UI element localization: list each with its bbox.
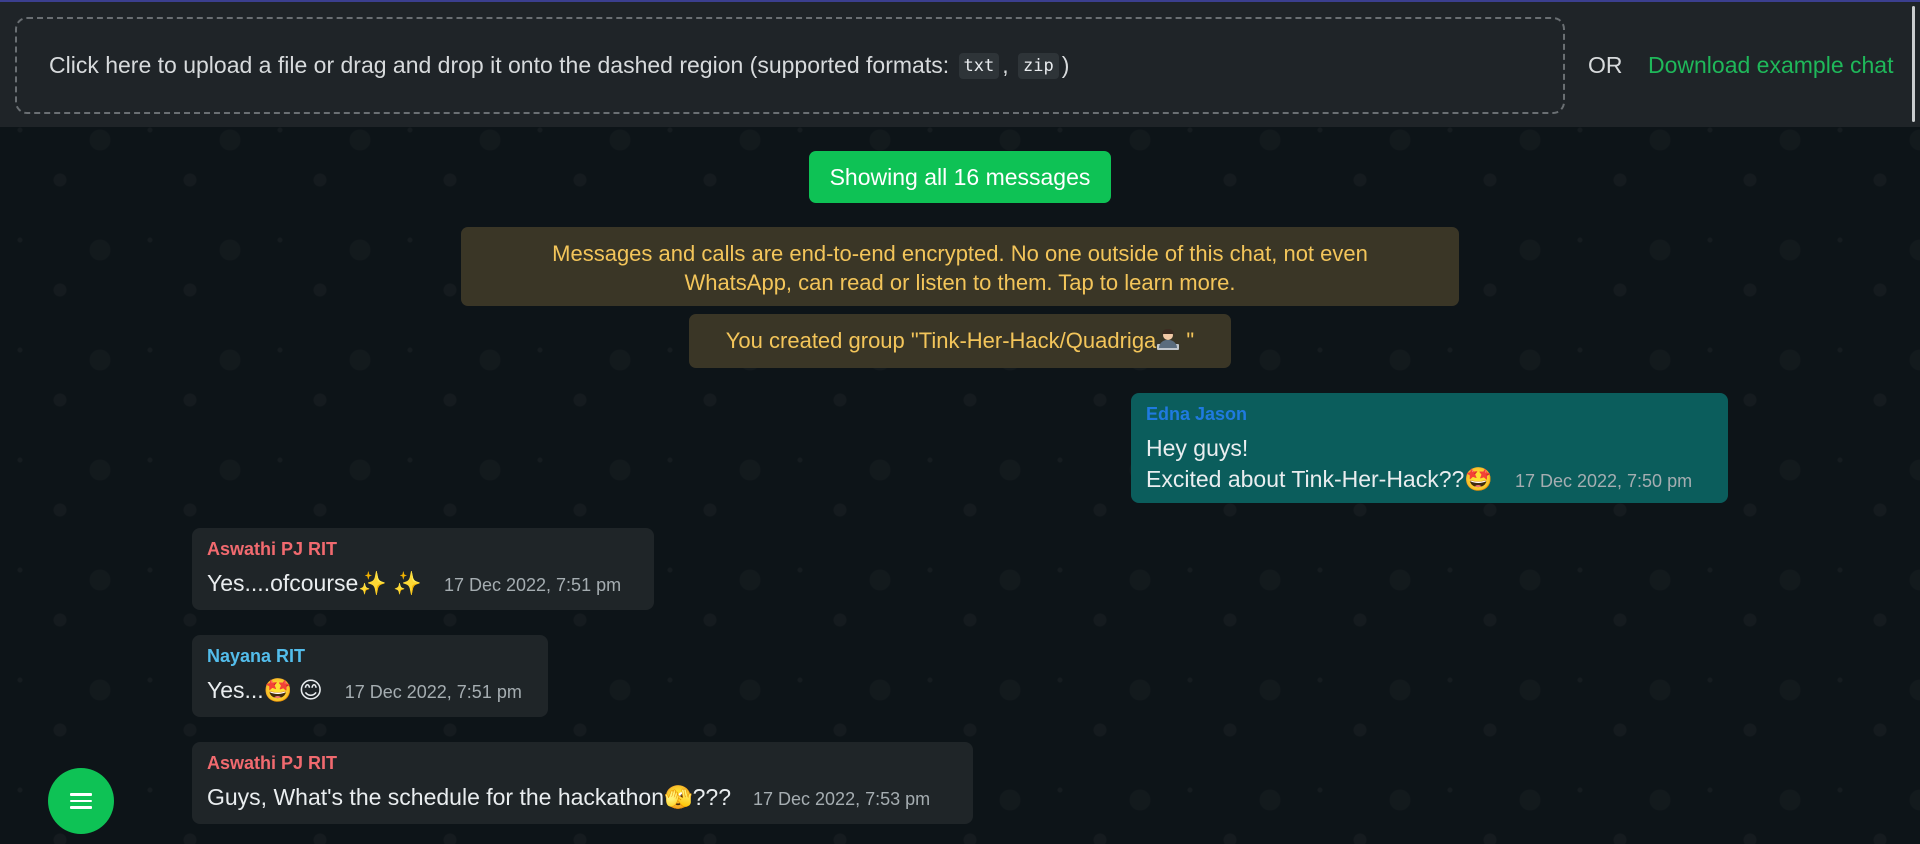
sender-name: Aswathi PJ RIT [207,539,338,559]
group-created-suffix: " [1180,328,1195,353]
upload-prompt: Click here to upload a file or drag and … [49,52,950,78]
message-timestamp: 17 Dec 2022, 7:51 pm [344,682,522,702]
format-separator: , [1002,52,1009,78]
upload-bar: Click here to upload a file or drag and … [0,0,1920,127]
sender-name: Nayana RIT [207,646,306,666]
message-timestamp: 17 Dec 2022, 7:51 pm [443,575,622,595]
message-line: Hey guys! [1146,435,1249,461]
group-created-notice: You created group "Tink-Her-Hack/Quadrig… [689,314,1231,368]
or-label: OR [1588,52,1623,78]
format-txt: txt [958,52,1000,79]
star-struck-emoji-icon: 🤩 [1464,466,1493,492]
sparkles-emoji-icon: ✨ ✨ [358,570,422,596]
sender-name: Aswathi PJ RIT [207,753,338,773]
star-struck-smile-emoji-icon: 🤩 😊 [263,677,323,703]
message-count-badge: Showing all 16 messages [809,151,1111,203]
peeking-face-emoji-icon: 🫣 [663,784,693,810]
encryption-notice[interactable]: Messages and calls are end-to-end encryp… [461,227,1459,306]
format-zip: zip [1018,52,1059,79]
message-text: Guys, What's the schedule for the hackat… [207,784,664,810]
message-text-suffix: ??? [692,784,731,810]
message-text: Yes....ofcourse [207,570,359,596]
download-example-chat-link[interactable]: Download example chat [1648,52,1893,79]
hamburger-menu-icon[interactable] [48,768,114,834]
message-line: Excited about Tink-Her-Hack?? [1146,466,1465,492]
message-timestamp: 17 Dec 2022, 7:53 pm [753,789,931,809]
message-timestamp: 17 Dec 2022, 7:50 pm [1514,471,1693,491]
message-bubble: Nayana RIT Yes... 🤩 😊 17 Dec 2022, 7:51 … [192,635,548,717]
sender-name: Edna Jason [1146,404,1248,424]
close-paren: ) [1061,52,1070,78]
group-created-text: You created group "Tink-Her-Hack/Quadrig… [725,328,1157,353]
message-bubble: Aswathi PJ RIT Yes....ofcourse ✨ ✨ 17 De… [192,528,654,610]
technologist-icon [1156,329,1180,351]
message-bubble: Edna Jason Hey guys! Excited about Tink-… [1131,393,1728,503]
scrollbar-thumb[interactable] [1912,6,1915,122]
message-bubble: Aswathi PJ RIT Guys, What's the schedule… [192,742,973,824]
message-text: Yes... [207,677,264,703]
file-dropzone[interactable]: Click here to upload a file or drag and … [15,17,1565,114]
